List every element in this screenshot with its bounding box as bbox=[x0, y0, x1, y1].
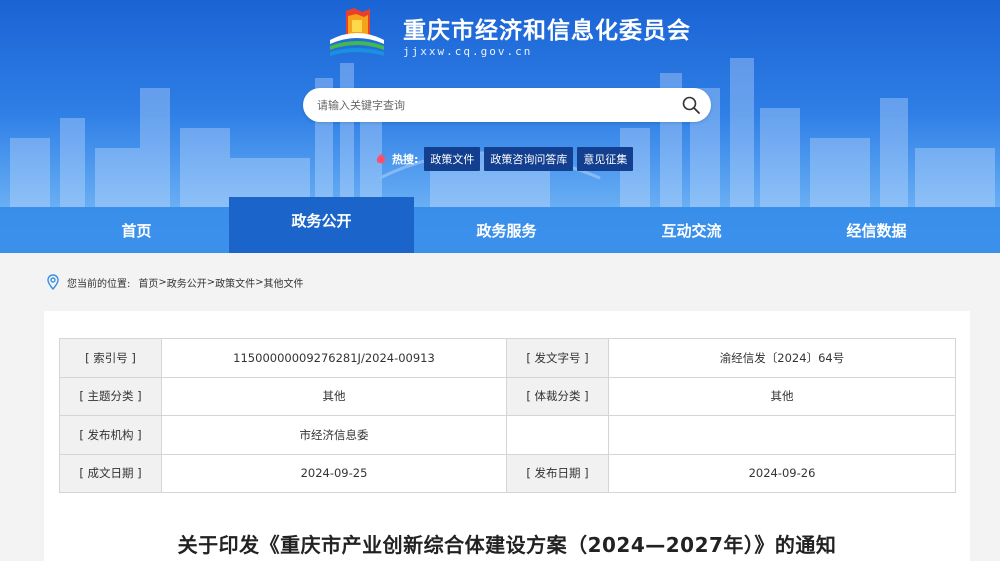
hot-search: 热搜: 政策文件 政策咨询问答库 意见征集 bbox=[374, 147, 634, 171]
breadcrumb-gov-affairs[interactable]: 政务公开 bbox=[167, 275, 207, 290]
created-date-value: 2024-09-25 bbox=[161, 453, 507, 493]
index-no-label: [ 索引号 ] bbox=[59, 338, 162, 378]
hot-tag-opinion[interactable]: 意见征集 bbox=[577, 147, 634, 171]
header-banner: 重庆市经济和信息化委员会 jjxxw.cq.gov.cn 热搜: 政策文件 政策… bbox=[0, 0, 1000, 253]
breadcrumb: 您当前的位置: 首页 > 政务公开 > 政策文件 > 其他文件 bbox=[45, 274, 304, 290]
document-title: 关于印发《重庆市产业创新综合体建设方案（2024—2027年）》的通知 bbox=[177, 533, 837, 557]
breadcrumb-separator: > bbox=[158, 276, 167, 288]
published-date-label: [ 发布日期 ] bbox=[506, 453, 609, 493]
city-skyline-illustration bbox=[10, 58, 995, 208]
doc-no-label: [ 发文字号 ] bbox=[506, 338, 609, 378]
search-bar bbox=[303, 88, 711, 122]
search-input[interactable] bbox=[317, 98, 681, 112]
breadcrumb-policy-docs[interactable]: 政策文件 bbox=[215, 275, 255, 290]
table-row: [ 成文日期 ] 2024-09-25 [ 发布日期 ] 2024-09-26 bbox=[59, 453, 956, 493]
hot-tag-policy-qa[interactable]: 政策咨询问答库 bbox=[484, 147, 574, 171]
breadcrumb-separator: > bbox=[255, 276, 264, 288]
empty-cell bbox=[506, 415, 609, 455]
topic-value: 其他 bbox=[161, 376, 507, 416]
published-date-value: 2024-09-26 bbox=[608, 453, 956, 493]
empty-cell bbox=[608, 415, 956, 455]
nav-home[interactable]: 首页 bbox=[0, 207, 229, 253]
breadcrumb-other-docs[interactable]: 其他文件 bbox=[264, 275, 304, 290]
search-icon[interactable] bbox=[681, 95, 701, 115]
table-row: [ 索引号 ] 11500000009276281J/2024-00913 [ … bbox=[59, 338, 956, 378]
nav-gov-services[interactable]: 政务服务 bbox=[414, 207, 599, 253]
location-pin-icon bbox=[47, 274, 59, 290]
breadcrumb-prefix: 您当前的位置: bbox=[67, 278, 131, 290]
issuer-label: [ 发布机构 ] bbox=[59, 415, 162, 455]
document-meta-table: [ 索引号 ] 11500000009276281J/2024-00913 [ … bbox=[59, 338, 956, 493]
topic-label: [ 主题分类 ] bbox=[59, 376, 162, 416]
emblem-logo-icon bbox=[330, 8, 384, 56]
nav-interaction[interactable]: 互动交流 bbox=[599, 207, 784, 253]
breadcrumb-separator: > bbox=[206, 276, 216, 288]
breadcrumb-home[interactable]: 首页 bbox=[138, 275, 158, 290]
site-domain: jjxxw.cq.gov.cn bbox=[403, 45, 533, 58]
genre-label: [ 体裁分类 ] bbox=[506, 376, 609, 416]
table-row: [ 主题分类 ] 其他 [ 体裁分类 ] 其他 bbox=[59, 376, 956, 416]
hot-search-label: 热搜: bbox=[392, 153, 419, 166]
main-nav: 首页 政务公开 政务服务 互动交流 经信数据 bbox=[0, 197, 1000, 253]
nav-gov-affairs-public[interactable]: 政务公开 bbox=[229, 197, 414, 253]
created-date-label: [ 成文日期 ] bbox=[59, 453, 162, 493]
flame-icon bbox=[376, 153, 386, 164]
table-row: [ 发布机构 ] 市经济信息委 bbox=[59, 415, 956, 455]
genre-value: 其他 bbox=[608, 376, 956, 416]
index-no-value: 11500000009276281J/2024-00913 bbox=[161, 338, 507, 378]
hot-tag-policy-docs[interactable]: 政策文件 bbox=[424, 147, 481, 171]
content-panel: [ 索引号 ] 11500000009276281J/2024-00913 [ … bbox=[44, 311, 970, 561]
issuer-value: 市经济信息委 bbox=[161, 415, 507, 455]
site-title: 重庆市经济和信息化委员会 bbox=[403, 18, 691, 44]
nav-economic-data[interactable]: 经信数据 bbox=[784, 207, 969, 253]
site-logo[interactable] bbox=[326, 6, 388, 58]
doc-no-value: 渝经信发〔2024〕64号 bbox=[608, 338, 956, 378]
